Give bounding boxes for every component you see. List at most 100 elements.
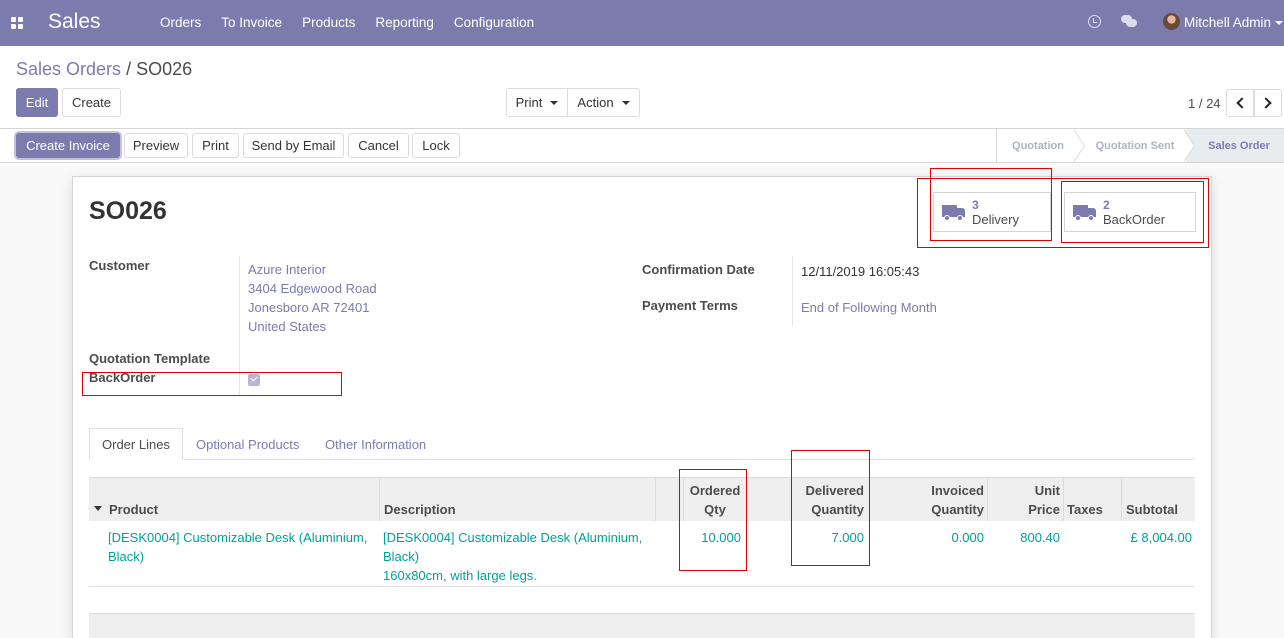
create-invoice-button[interactable]: Create Invoice: [16, 133, 120, 158]
backorder-checkbox[interactable]: [248, 374, 260, 386]
stage-sales-order[interactable]: Sales Order: [1186, 129, 1284, 162]
column-separator: [1063, 477, 1064, 521]
apps-grid-icon[interactable]: [11, 17, 23, 29]
print-dropdown-button[interactable]: Print: [506, 88, 568, 117]
sort-caret-icon[interactable]: [94, 506, 102, 511]
menu-item-products[interactable]: Products: [302, 15, 355, 30]
column-invoiced-line2: Quantity: [931, 502, 984, 517]
customer-city: Jonesboro AR 72401: [248, 300, 370, 315]
delivery-smart-button[interactable]: 3 Delivery: [933, 192, 1051, 232]
breadcrumb-separator: /: [126, 59, 132, 79]
breadcrumb-current: SO026: [136, 59, 193, 79]
print-button[interactable]: Print: [192, 133, 239, 158]
column-separator: [655, 477, 656, 521]
column-ordered-qty[interactable]: Ordered Qty: [684, 481, 746, 525]
customer-label: Customer: [89, 258, 150, 273]
column-separator: [1121, 477, 1122, 521]
pager-next-button[interactable]: [1254, 89, 1282, 117]
column-separator: [379, 477, 380, 521]
confirmation-date-field: 12/11/2019 16:05:43: [801, 264, 920, 279]
row-product-line2: Black): [108, 549, 145, 564]
app-title[interactable]: Sales: [48, 10, 101, 34]
send-by-email-label: Send by Email: [251, 138, 336, 153]
confirmation-date-label: Confirmation Date: [642, 262, 755, 277]
lock-button[interactable]: Lock: [412, 133, 460, 158]
preview-label: Preview: [132, 138, 180, 153]
tab-optional-products-label: Optional Products: [196, 436, 300, 452]
main-menu: Orders To Invoice Products Reporting Con…: [160, 15, 554, 30]
customer-field[interactable]: Azure Interior 3404 Edgewood Road Jonesb…: [248, 260, 377, 336]
column-invoiced-quantity[interactable]: Invoiced Quantity: [896, 481, 984, 525]
row-delivered-qty[interactable]: 7.000: [790, 528, 864, 547]
stage-quotation[interactable]: Quotation: [996, 129, 1076, 162]
chat-icon[interactable]: [1121, 15, 1137, 28]
print-label: Print: [202, 138, 229, 153]
row-description[interactable]: [DESK0004] Customizable Desk (Aluminium,…: [383, 528, 642, 585]
column-unit-price-line2: Price: [1028, 502, 1060, 517]
row-product-line1: [DESK0004] Customizable Desk (Aluminium,: [108, 530, 368, 545]
order-title: SO026: [89, 197, 167, 225]
column-delivered-line2: Quantity: [811, 502, 864, 517]
caret-down-icon: [621, 100, 630, 105]
cancel-button[interactable]: Cancel: [348, 133, 409, 158]
column-invoiced-line1: Invoiced: [931, 483, 984, 498]
breadcrumb-sales-orders[interactable]: Sales Orders: [16, 59, 121, 79]
row-ordered-qty[interactable]: 10.000: [684, 528, 741, 547]
clock-icon[interactable]: [1088, 15, 1101, 28]
stage-separator: [1183, 129, 1198, 162]
breadcrumb: Sales Orders / SO026: [16, 59, 192, 80]
cancel-label: Cancel: [358, 138, 399, 153]
delivery-count: 3: [972, 198, 979, 212]
column-ordered-qty-line1: Ordered: [689, 483, 741, 498]
payment-terms-field[interactable]: End of Following Month: [801, 300, 937, 315]
backorder-smart-label: BackOrder: [1103, 212, 1166, 227]
menu-item-orders[interactable]: Orders: [160, 15, 201, 30]
column-unit-price-line1: Unit: [1034, 483, 1060, 498]
customer-street: 3404 Edgewood Road: [248, 281, 377, 296]
row-unit-price[interactable]: 800.40: [990, 528, 1060, 547]
action-dropdown-button[interactable]: Action: [567, 88, 640, 117]
action-dropdown-label: Action: [577, 95, 614, 110]
preview-button[interactable]: Preview: [124, 133, 188, 158]
backorder-smart-button[interactable]: 2 BackOrder: [1064, 192, 1196, 232]
customer-name[interactable]: Azure Interior: [248, 260, 377, 279]
edit-button[interactable]: Edit: [16, 88, 58, 117]
column-delivered-quantity[interactable]: Delivered Quantity: [780, 481, 864, 525]
column-delivered-line1: Delivered: [805, 483, 864, 498]
row-subtotal: £ 8,004.00: [1130, 530, 1192, 545]
create-button[interactable]: Create: [62, 88, 121, 117]
order-lines-footer: [89, 613, 1195, 638]
backorder-count: 2: [1103, 198, 1110, 212]
column-unit-price[interactable]: Unit Price: [1000, 481, 1060, 525]
field-divider: [239, 256, 240, 396]
tab-other-information-label: Other Information: [325, 436, 427, 452]
lock-label: Lock: [422, 138, 450, 153]
user-menu[interactable]: Mitchell Admin: [1184, 15, 1271, 30]
tab-optional-products[interactable]: Optional Products: [184, 428, 311, 460]
avatar[interactable]: [1163, 13, 1180, 30]
column-ordered-qty-line2: Qty: [704, 502, 726, 517]
truck-icon: [1073, 205, 1099, 223]
chevron-down-icon[interactable]: [1275, 21, 1283, 25]
tab-other-information[interactable]: Other Information: [313, 428, 438, 460]
menu-item-configuration[interactable]: Configuration: [454, 15, 534, 30]
row-invoiced-qty[interactable]: 0.000: [900, 528, 984, 547]
backorder-label: BackOrder: [89, 370, 156, 385]
pager-previous-button[interactable]: [1226, 89, 1254, 117]
row-product[interactable]: [DESK0004] Customizable Desk (Aluminium,…: [108, 528, 367, 566]
stage-quotation-sent-label: Quotation Sent: [1095, 139, 1175, 152]
quotation-template-label: Quotation Template: [89, 351, 211, 366]
column-separator: [987, 477, 988, 521]
send-by-email-button[interactable]: Send by Email: [243, 133, 344, 158]
menu-item-reporting[interactable]: Reporting: [375, 15, 434, 30]
pager-value[interactable]: 1 / 24: [1188, 96, 1221, 111]
customer-country: United States: [248, 319, 327, 334]
field-divider: [792, 256, 793, 326]
stage-quotation-label: Quotation: [1012, 139, 1064, 152]
menu-item-to-invoice[interactable]: To Invoice: [221, 15, 282, 30]
caret-down-icon: [550, 100, 559, 105]
stage-quotation-sent[interactable]: Quotation Sent: [1085, 129, 1185, 162]
row-description-line2: Black): [383, 549, 420, 564]
tab-order-lines[interactable]: Order Lines: [89, 428, 183, 460]
create-invoice-label: Create Invoice: [26, 138, 110, 153]
